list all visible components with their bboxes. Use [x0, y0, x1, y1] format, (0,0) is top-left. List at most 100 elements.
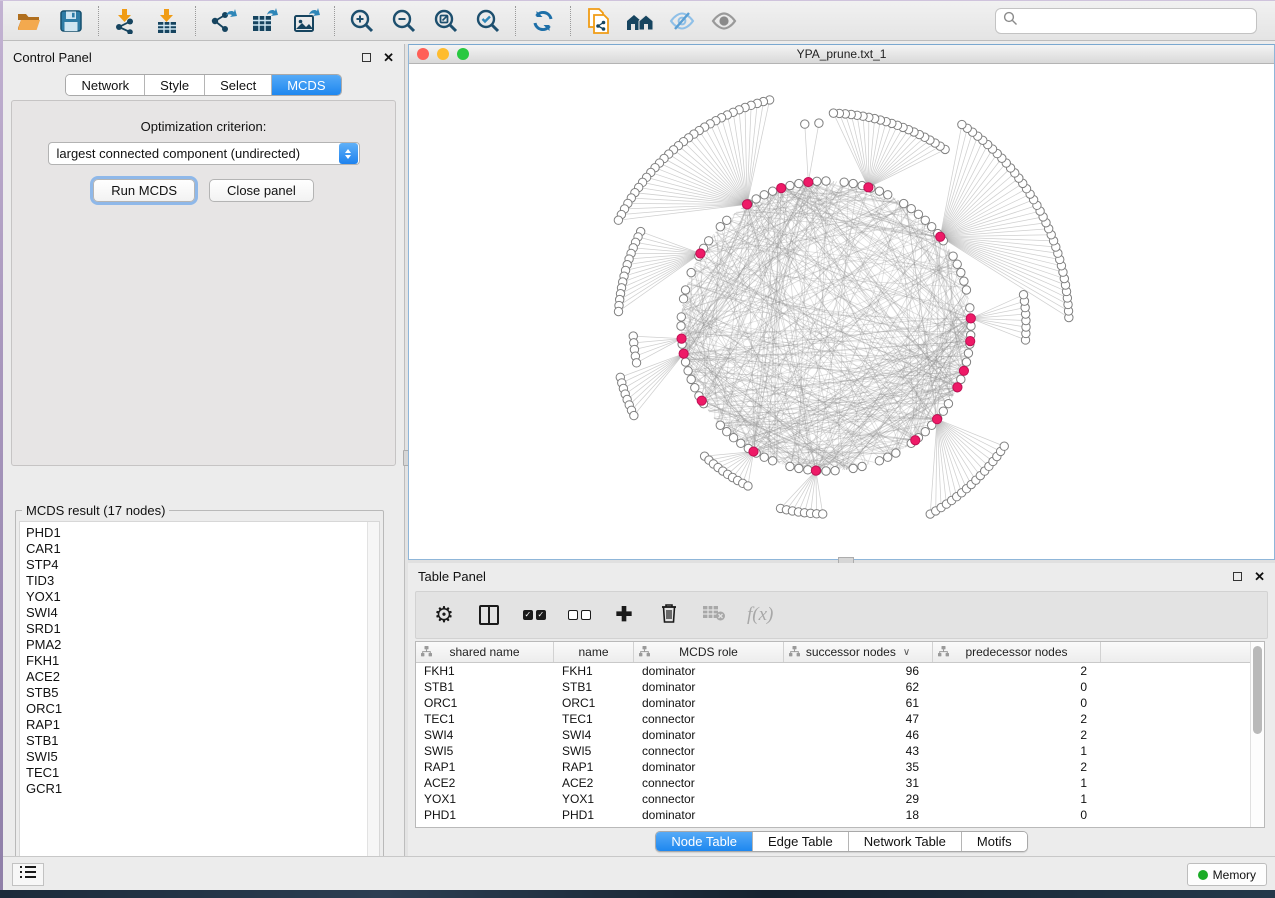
ring-node[interactable] [681, 286, 689, 294]
ring-node[interactable] [914, 210, 922, 218]
result-list-scrollbar[interactable] [367, 522, 379, 877]
ring-node[interactable] [849, 179, 857, 187]
mcds-result-item[interactable]: SWI4 [26, 605, 367, 621]
mcds-result-item[interactable]: STP4 [26, 557, 367, 573]
ring-node[interactable] [768, 187, 776, 195]
ring-node[interactable] [875, 457, 883, 465]
mcds-node[interactable] [749, 447, 758, 456]
run-mcds-button[interactable]: Run MCDS [93, 179, 195, 202]
ring-node[interactable] [687, 375, 695, 383]
ring-node[interactable] [858, 462, 866, 470]
zoom-selected-button[interactable] [474, 7, 502, 35]
ring-node[interactable] [716, 223, 724, 231]
mcds-result-item[interactable]: PMA2 [26, 637, 367, 653]
ring-node[interactable] [679, 295, 687, 303]
ring-node[interactable] [737, 439, 745, 447]
zoom-out-button[interactable] [390, 7, 418, 35]
ring-node[interactable] [752, 195, 760, 203]
mcds-result-item[interactable]: FKH1 [26, 653, 367, 669]
mcds-result-item[interactable]: SWI5 [26, 749, 367, 765]
function-builder-button[interactable]: f(x) [747, 602, 773, 628]
mcds-node[interactable] [953, 383, 962, 392]
table-row[interactable]: RAP1RAP1dominator352 [416, 759, 1250, 775]
leaf-node[interactable] [1019, 291, 1027, 299]
ring-node[interactable] [768, 457, 776, 465]
column-header-predecessor-nodes[interactable]: predecessor nodes [933, 642, 1101, 662]
mcds-result-item[interactable]: TEC1 [26, 765, 367, 781]
import-network-button[interactable] [112, 7, 140, 35]
ring-node[interactable] [723, 216, 731, 224]
close-panel-icon[interactable]: ✕ [1254, 570, 1265, 583]
duplicate-network-button[interactable] [584, 7, 612, 35]
table-row[interactable]: ORC1ORC1dominator610 [416, 695, 1250, 711]
ring-node[interactable] [760, 191, 768, 199]
ring-node[interactable] [684, 367, 692, 375]
ring-node[interactable] [795, 464, 803, 472]
zoom-in-button[interactable] [348, 7, 376, 35]
save-session-button[interactable] [57, 7, 85, 35]
mcds-node[interactable] [966, 314, 975, 323]
first-neighbors-button[interactable] [626, 7, 654, 35]
mcds-result-item[interactable]: STB1 [26, 733, 367, 749]
ring-node[interactable] [964, 349, 972, 357]
hide-selected-button[interactable] [668, 7, 696, 35]
delete-column-button[interactable] [657, 602, 681, 628]
export-network-button[interactable] [209, 7, 237, 35]
table-row[interactable]: SWI5SWI5connector431 [416, 743, 1250, 759]
select-all-button[interactable] [522, 602, 546, 628]
leaf-node[interactable] [632, 359, 640, 367]
ring-node[interactable] [884, 453, 892, 461]
mcds-node[interactable] [697, 396, 706, 405]
mcds-node[interactable] [777, 183, 786, 192]
ring-node[interactable] [804, 466, 812, 474]
tab-node-table[interactable]: Node Table [656, 832, 753, 851]
column-header-name[interactable]: name [554, 642, 634, 662]
leaf-node[interactable] [1000, 442, 1008, 450]
ring-node[interactable] [786, 181, 794, 189]
ring-node[interactable] [899, 199, 907, 207]
table-row[interactable]: YOX1YOX1connector291 [416, 791, 1250, 807]
ring-node[interactable] [840, 178, 848, 186]
mcds-node[interactable] [696, 249, 705, 258]
show-all-button[interactable] [710, 7, 738, 35]
ring-node[interactable] [822, 177, 830, 185]
leaf-node[interactable] [614, 216, 622, 224]
ring-node[interactable] [677, 322, 685, 330]
mcds-result-item[interactable]: STB5 [26, 685, 367, 701]
ring-node[interactable] [944, 399, 952, 407]
ring-node[interactable] [928, 223, 936, 231]
ring-node[interactable] [813, 177, 821, 185]
tab-mcds[interactable]: MCDS [272, 75, 340, 95]
ring-node[interactable] [849, 464, 857, 472]
open-session-button[interactable] [15, 7, 43, 35]
ring-node[interactable] [677, 313, 685, 321]
network-graph[interactable] [409, 64, 1274, 559]
mcds-result-item[interactable]: CAR1 [26, 541, 367, 557]
leaf-node[interactable] [801, 120, 809, 128]
tab-network[interactable]: Network [66, 75, 145, 95]
mcds-result-item[interactable]: RAP1 [26, 717, 367, 733]
mcds-node[interactable] [742, 200, 751, 209]
mcds-result-item[interactable]: TID3 [26, 573, 367, 589]
tab-network-table[interactable]: Network Table [849, 832, 962, 851]
ring-node[interactable] [962, 286, 970, 294]
ring-node[interactable] [921, 428, 929, 436]
ring-node[interactable] [921, 216, 929, 224]
table-row[interactable]: TEC1TEC1connector472 [416, 711, 1250, 727]
deselect-all-button[interactable] [567, 602, 591, 628]
ring-node[interactable] [704, 237, 712, 245]
show-columns-button[interactable] [477, 602, 501, 628]
delete-table-button[interactable] [702, 602, 726, 628]
table-row[interactable]: ACE2ACE2connector311 [416, 775, 1250, 791]
add-column-button[interactable]: ✚ [612, 602, 636, 628]
mcds-result-item[interactable]: PHD1 [26, 525, 367, 541]
ring-node[interactable] [892, 449, 900, 457]
memory-button[interactable]: Memory [1187, 863, 1267, 886]
mcds-result-item[interactable]: GCR1 [26, 781, 367, 797]
mcds-node[interactable] [959, 366, 968, 375]
table-settings-button[interactable]: ⚙ [432, 602, 456, 628]
tab-select[interactable]: Select [205, 75, 272, 95]
import-table-button[interactable] [154, 7, 182, 35]
ring-node[interactable] [723, 428, 731, 436]
ring-node[interactable] [875, 187, 883, 195]
